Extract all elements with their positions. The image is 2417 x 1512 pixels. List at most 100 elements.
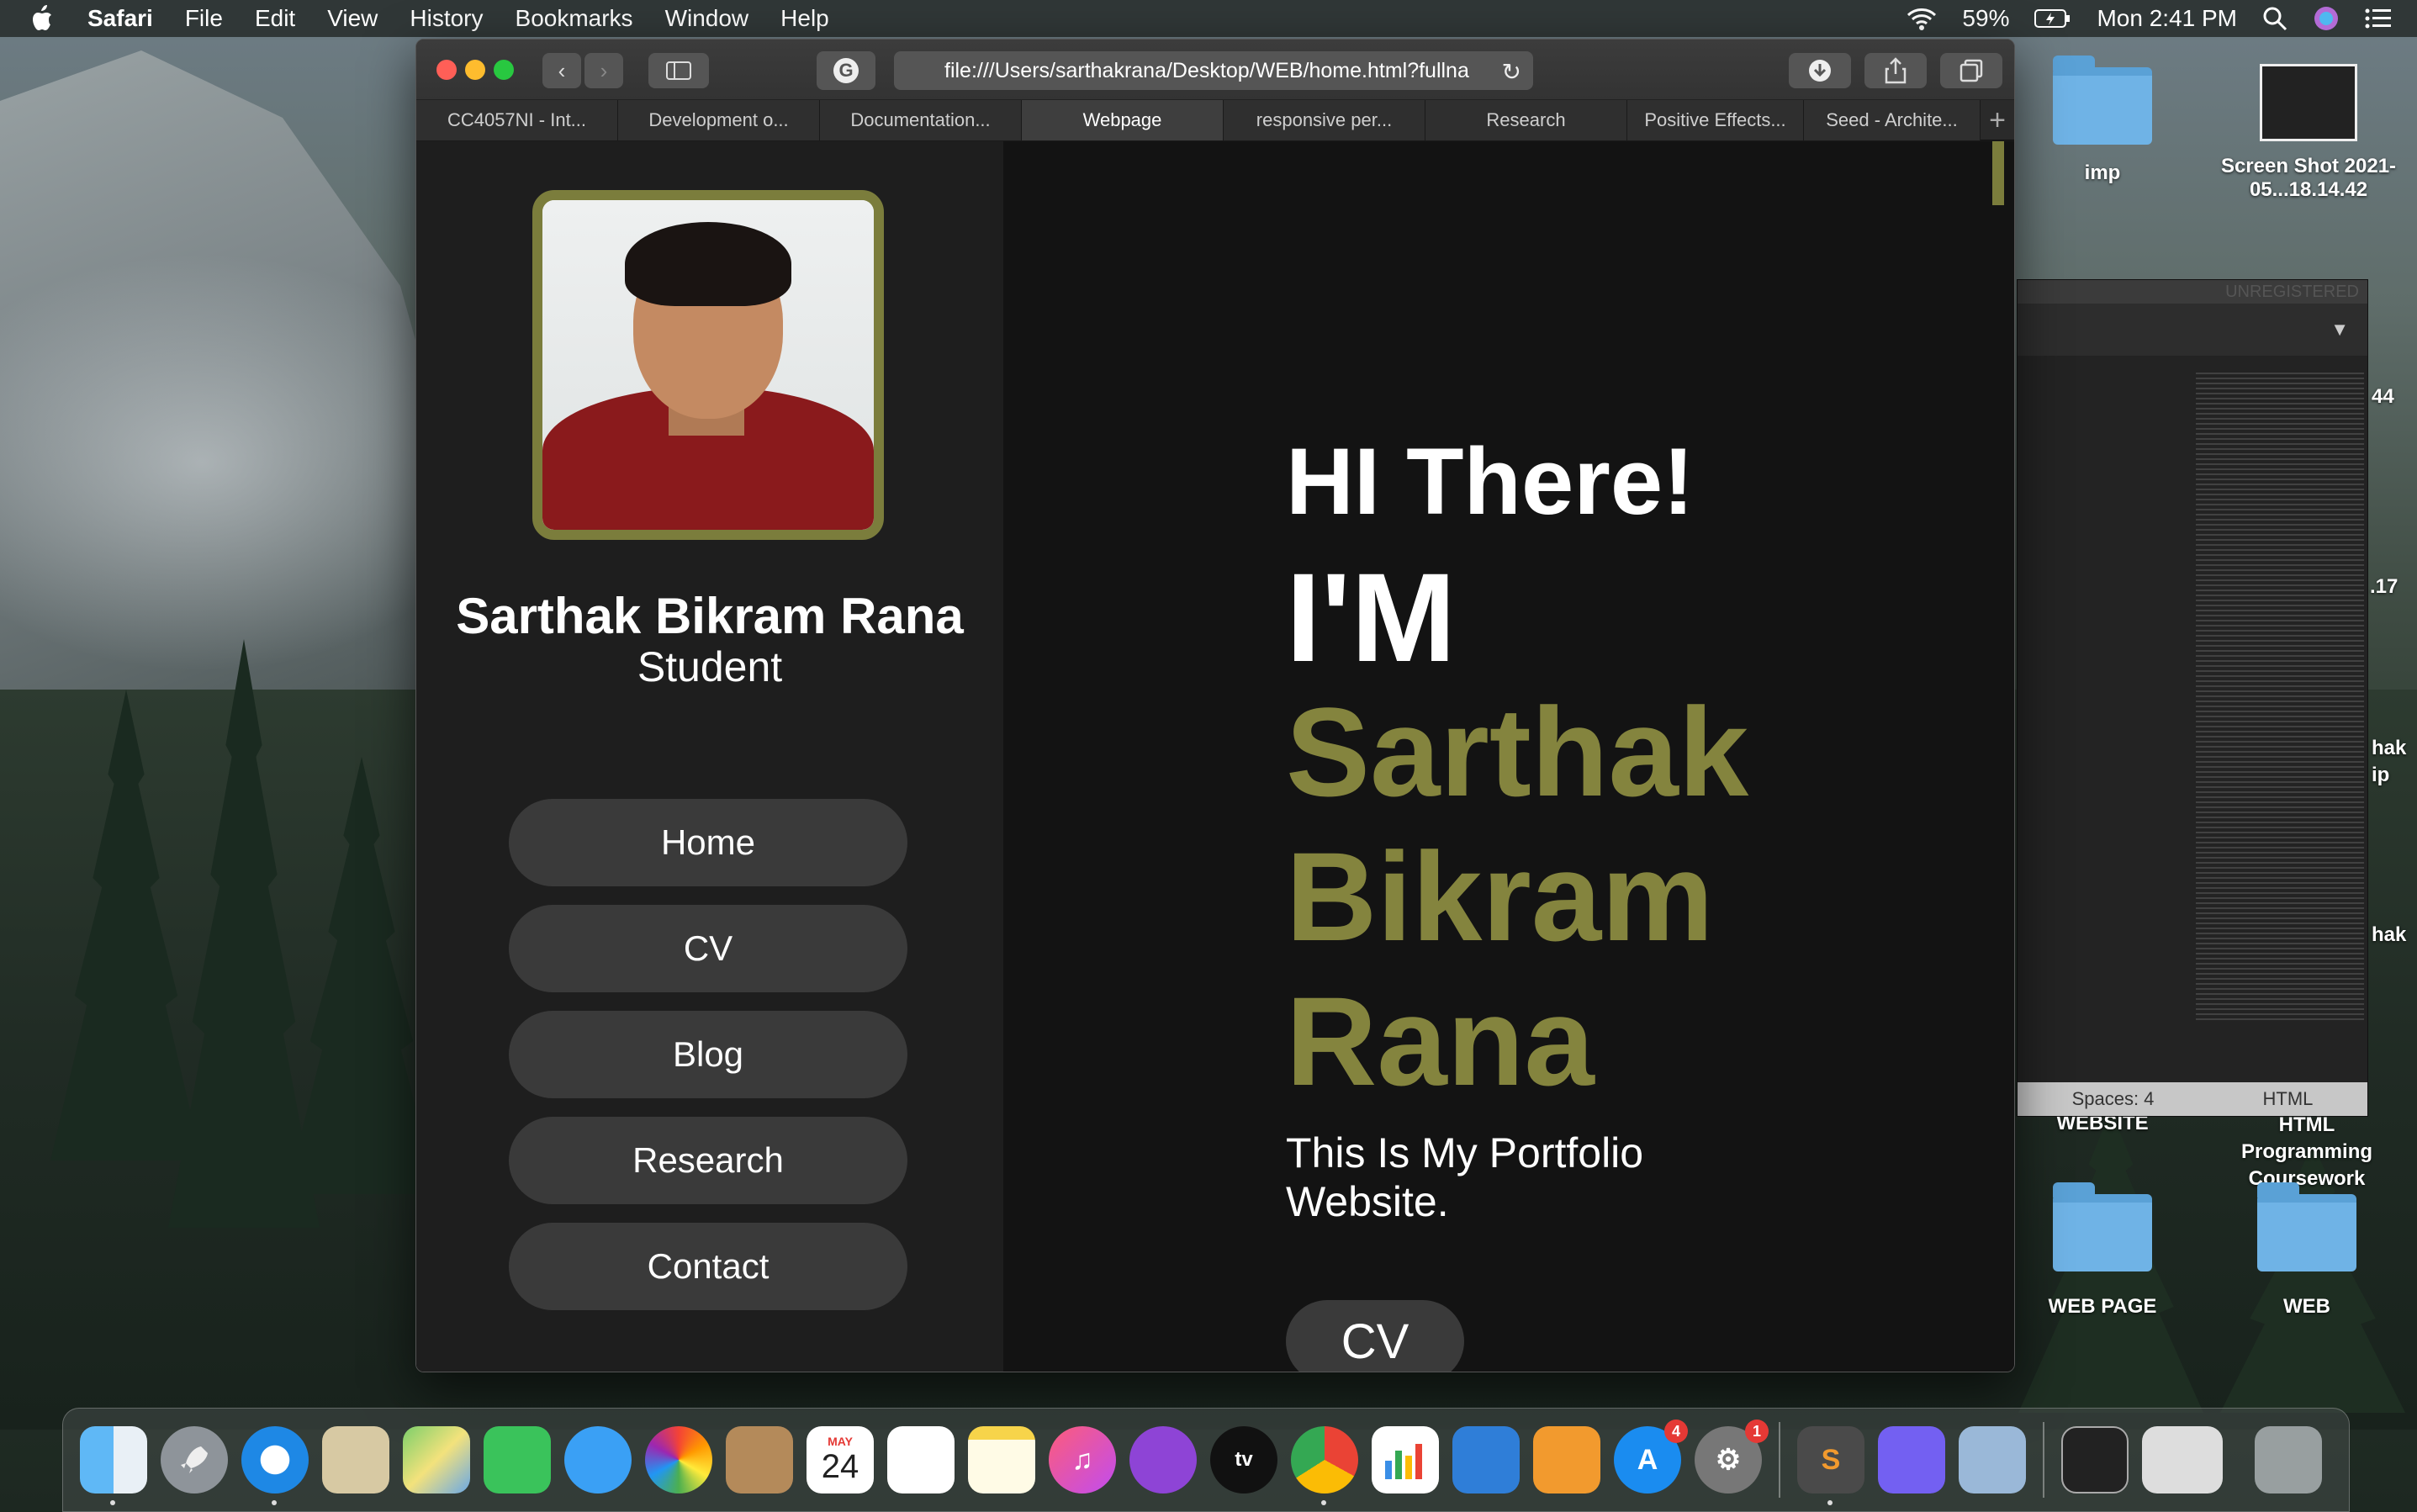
maps-icon[interactable] [403,1426,470,1493]
calendar-month: MAY [828,1434,853,1448]
forward-button[interactable]: › [584,53,623,88]
finder-icon[interactable] [80,1426,147,1505]
desktop-folder-html-coursework[interactable]: HTML Programming Coursework [2212,1112,2402,1192]
profile-name: Sarthak Bikram Rana [456,588,964,644]
editor-syntax[interactable]: HTML [2263,1088,2314,1110]
notification-badge: 1 [1745,1419,1769,1443]
code-editor-window[interactable]: UNREGISTERED ▼ Spaces: 4 HTML [2017,279,2368,1117]
reload-icon[interactable]: ↻ [1502,58,1521,86]
nav-cv-button[interactable]: CV [509,905,907,992]
menu-help[interactable]: Help [780,5,829,32]
facetime-icon[interactable] [484,1426,551,1493]
battery-percent[interactable]: 59% [1962,5,2009,32]
hero-description: This Is My Portfolio Website. [1286,1129,1644,1225]
share-icon [1885,57,1907,84]
scrollbar-thumb[interactable] [1992,141,2004,205]
photo-hair [625,222,791,306]
browser-tab-active[interactable]: Webpage [1022,100,1224,140]
back-button[interactable]: ‹ [542,53,581,88]
viber-icon[interactable] [1878,1426,1945,1493]
app-store-icon[interactable]: A4 [1614,1419,1688,1493]
siri-icon[interactable] [2313,5,2340,32]
grammarly-icon: G [833,58,859,83]
photos-icon[interactable] [645,1426,712,1493]
share-button[interactable] [1864,53,1927,88]
nav-contact-button[interactable]: Contact [509,1223,907,1310]
grammarly-extension-button[interactable]: G [817,51,875,90]
spotlight-search-icon[interactable] [2262,6,2287,31]
running-indicator [1321,1500,1326,1505]
menu-file[interactable]: File [185,5,223,32]
desktop-icon-label: HTML Programming Coursework [2240,1113,2373,1190]
dropdown-arrow-icon[interactable]: ▼ [2330,319,2349,341]
nav-blog-button[interactable]: Blog [509,1011,907,1098]
browser-tab[interactable]: CC4057NI - Int... [416,100,618,140]
dock-separator [1779,1422,1780,1498]
desktop-folder-web[interactable]: WEB [2245,1182,2368,1319]
apple-tv-icon[interactable]: tv [1210,1426,1277,1493]
notes-icon[interactable] [968,1426,1035,1493]
downloads-button[interactable] [1789,53,1851,88]
safari-app-icon[interactable] [241,1426,309,1505]
preview-icon[interactable] [1959,1426,2026,1493]
pages-icon[interactable] [1533,1426,1600,1493]
menu-clock[interactable]: Mon 2:41 PM [2097,5,2237,32]
desktop-icon-label: WEB [2283,1295,2330,1318]
keynote-icon[interactable] [1452,1426,1520,1493]
safari-window: ‹ › G file:///Users/sarthakrana/Desktop/… [415,39,2015,1372]
notification-center-icon[interactable] [2365,8,2392,29]
browser-tab[interactable]: Positive Effects... [1627,100,1804,140]
browser-tab[interactable]: Research [1425,100,1627,140]
plus-icon: + [1989,103,2006,136]
battery-icon[interactable] [2034,8,2071,29]
nav-home-button[interactable]: Home [509,799,907,886]
system-preferences-icon[interactable]: ⚙ 1 [1695,1419,1769,1493]
minimized-window-thumbnail[interactable] [2061,1426,2129,1493]
apple-icon[interactable] [29,4,54,33]
hero-cv-button[interactable]: CV [1286,1300,1464,1372]
tab-overview-button[interactable] [1940,53,2002,88]
minimize-window-button[interactable] [465,60,485,80]
editor-minimap[interactable] [2196,373,2364,1020]
editor-indentation[interactable]: Spaces: 4 [2072,1088,2155,1110]
mail-stamp-icon[interactable] [322,1426,389,1493]
chrome-icon[interactable] [1291,1426,1358,1505]
browser-tab[interactable]: Documentation... [820,100,1022,140]
reminders-icon[interactable] [887,1426,955,1493]
menu-window[interactable]: Window [665,5,749,32]
calendar-icon[interactable]: MAY 24 [807,1426,874,1493]
folder-icon [2053,56,2152,145]
menu-view[interactable]: View [327,5,378,32]
minimized-window-thumbnail[interactable] [2142,1426,2223,1493]
desktop-folder-imp[interactable]: imp [2050,56,2155,185]
menu-bar: Safari File Edit View History Bookmarks … [0,0,2417,37]
menu-bookmarks[interactable]: Bookmarks [516,5,633,32]
menu-app-name[interactable]: Safari [87,5,153,32]
editor-tab-bar[interactable]: ▼ [2018,304,2367,356]
wifi-icon[interactable] [1907,7,1937,30]
new-tab-button[interactable]: + [1981,100,2014,140]
desktop-file-screenshot[interactable]: Screen Shot 2021-05...18.14.42 [2203,64,2414,202]
music-icon[interactable]: ♫ [1049,1426,1116,1493]
trash-icon[interactable] [2255,1426,2322,1493]
address-bar[interactable]: file:///Users/sarthakrana/Desktop/WEB/ho… [894,51,1533,90]
browser-tab[interactable]: Seed - Archite... [1804,100,1981,140]
contacts-icon[interactable] [726,1426,793,1493]
fullscreen-window-button[interactable] [494,60,514,80]
sublime-text-icon[interactable]: S [1797,1426,1864,1505]
menu-edit[interactable]: Edit [255,5,295,32]
close-window-button[interactable] [436,60,457,80]
browser-tab[interactable]: Development o... [618,100,820,140]
launchpad-icon[interactable] [161,1426,228,1493]
hero-name-line: Sarthak [1286,681,1749,822]
hero-greeting: HI There! [1286,429,1695,534]
sidebar-toggle-button[interactable] [648,53,709,88]
desktop-folder-web-page[interactable]: WEB PAGE [2039,1182,2166,1319]
nav-research-button[interactable]: Research [509,1117,907,1204]
numbers-icon[interactable] [1372,1426,1439,1493]
browser-tab[interactable]: responsive per... [1224,100,1425,140]
podcasts-icon[interactable] [1129,1426,1197,1493]
messages-icon[interactable] [564,1426,632,1493]
editor-title: UNREGISTERED [2018,280,2367,304]
menu-history[interactable]: History [410,5,483,32]
